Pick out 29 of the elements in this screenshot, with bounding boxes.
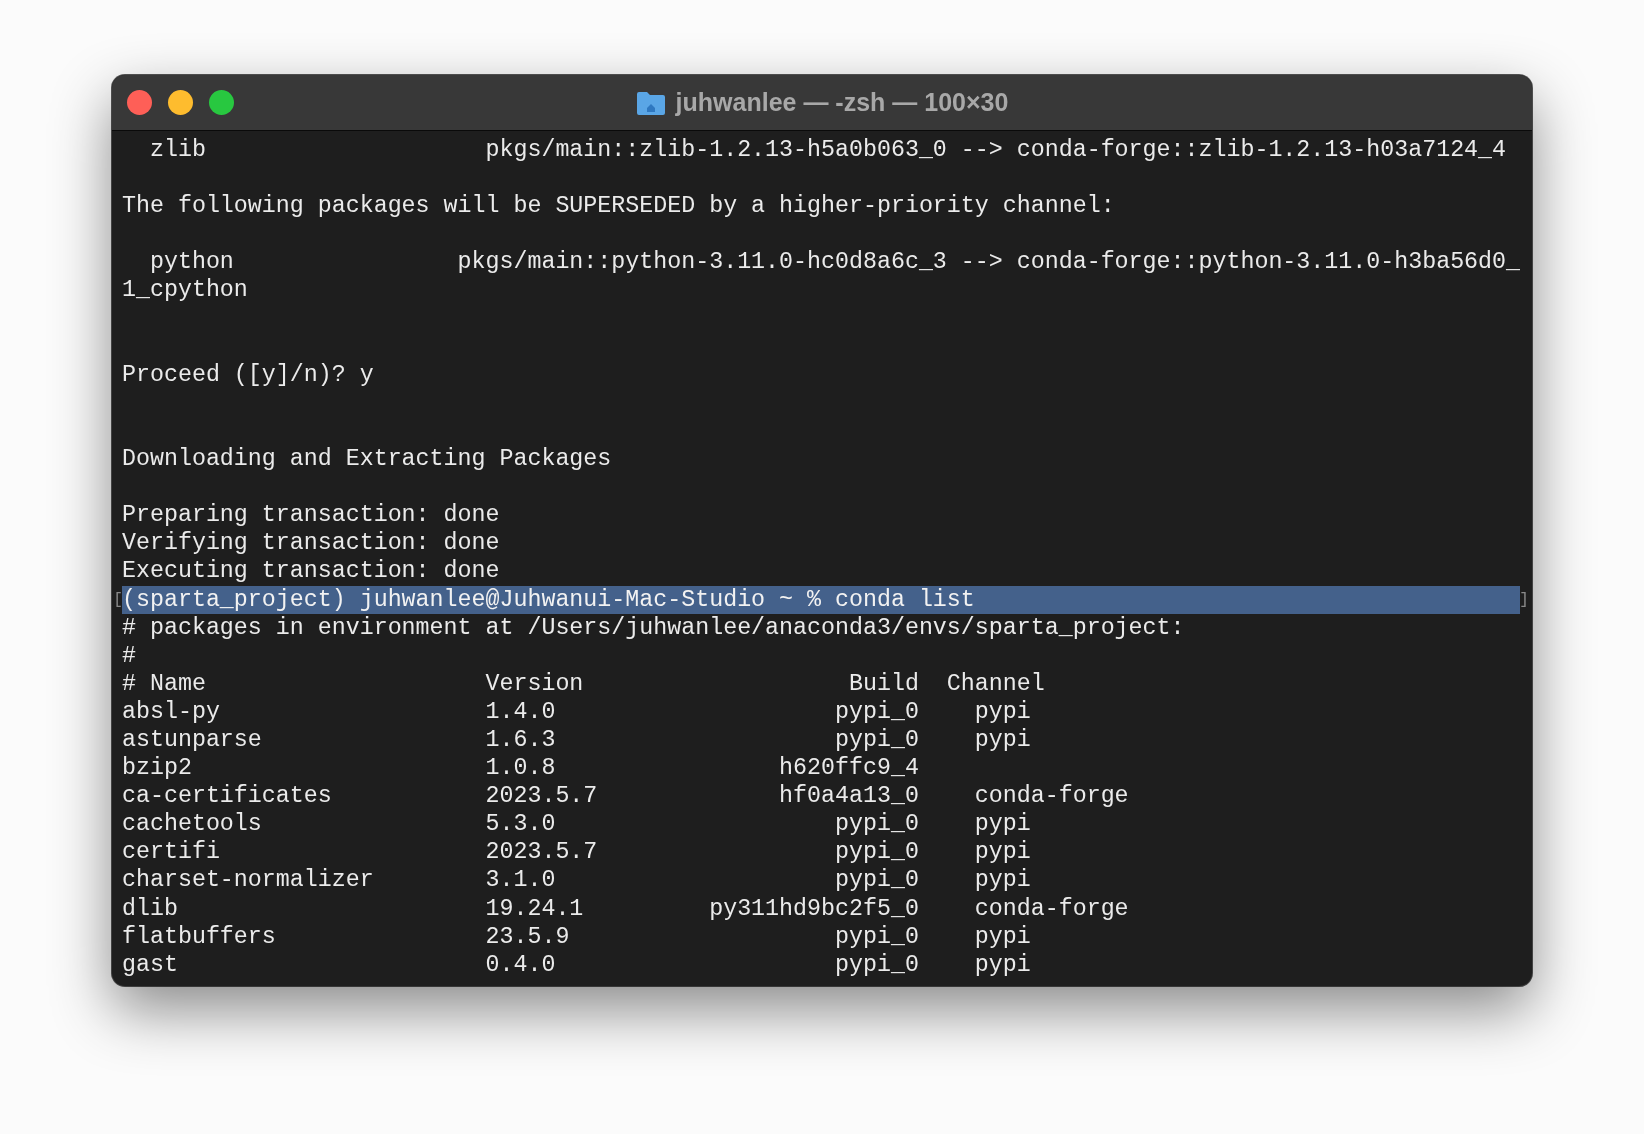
terminal-line: Preparing transaction: done [122,501,500,530]
table-header: # Name Version Build Channel [122,669,1045,698]
package-row: certifi 2023.5.7 pypi_0 pypi [122,838,1031,867]
package-row: charset-normalizer 3.1.0 pypi_0 pypi [122,866,1031,895]
terminal-line: Verifying transaction: done [122,529,500,558]
terminal-line: Proceed ([y]/n)? y [122,360,374,389]
package-row: dlib 19.24.1 py311hd9bc2f5_0 conda-forge [122,894,1129,923]
terminal-line: 1_cpython [122,276,248,305]
terminal-line: python pkgs/main::python-3.11.0-hc0d8a6c_3 --> conda-forge::python-3.11.0-h3ba56d0_ [148,248,1521,277]
terminal-line: zlib pkgs/main::zlib-1.2.13-h5a0b063_0 --> conda-forge::zlib-1.2.13-h03a7124_4 [148,136,1507,165]
close-button[interactable] [127,90,152,115]
mark-bracket: ] [1520,589,1529,611]
window-title: juhwanlee — -zsh — 100×30 [675,88,1009,117]
terminal-line: The following packages will be SUPERSEDED by a higher-priority channel: [122,192,1115,221]
package-row: bzip2 1.0.8 h620ffc9_4 [122,754,919,783]
package-row: ca-certificates 2023.5.7 hf0a4a13_0 conda-forge [122,782,1129,811]
package-row: absl-py 1.4.0 pypi_0 pypi [122,697,1031,726]
package-row: gast 0.4.0 pypi_0 pypi [122,950,1031,979]
package-row: astunparse 1.6.3 pypi_0 pypi [122,725,1031,755]
mark-bracket: [ [114,589,122,611]
package-row: flatbuffers 23.5.9 pypi_0 pypi [122,922,1031,951]
terminal-line: # [122,641,136,670]
minimize-button[interactable] [168,90,193,115]
terminal-line: Executing transaction: done [122,557,500,586]
zoom-button[interactable] [209,90,234,115]
terminal-line: Downloading and Extracting Packages [122,445,612,474]
folder-icon [635,89,666,116]
terminal-line: # packages in environment at /Users/juhwanlee/anaconda3/envs/sparta_project: [122,613,1185,642]
package-row: cachetools 5.3.0 pypi_0 pypi [122,810,1031,839]
